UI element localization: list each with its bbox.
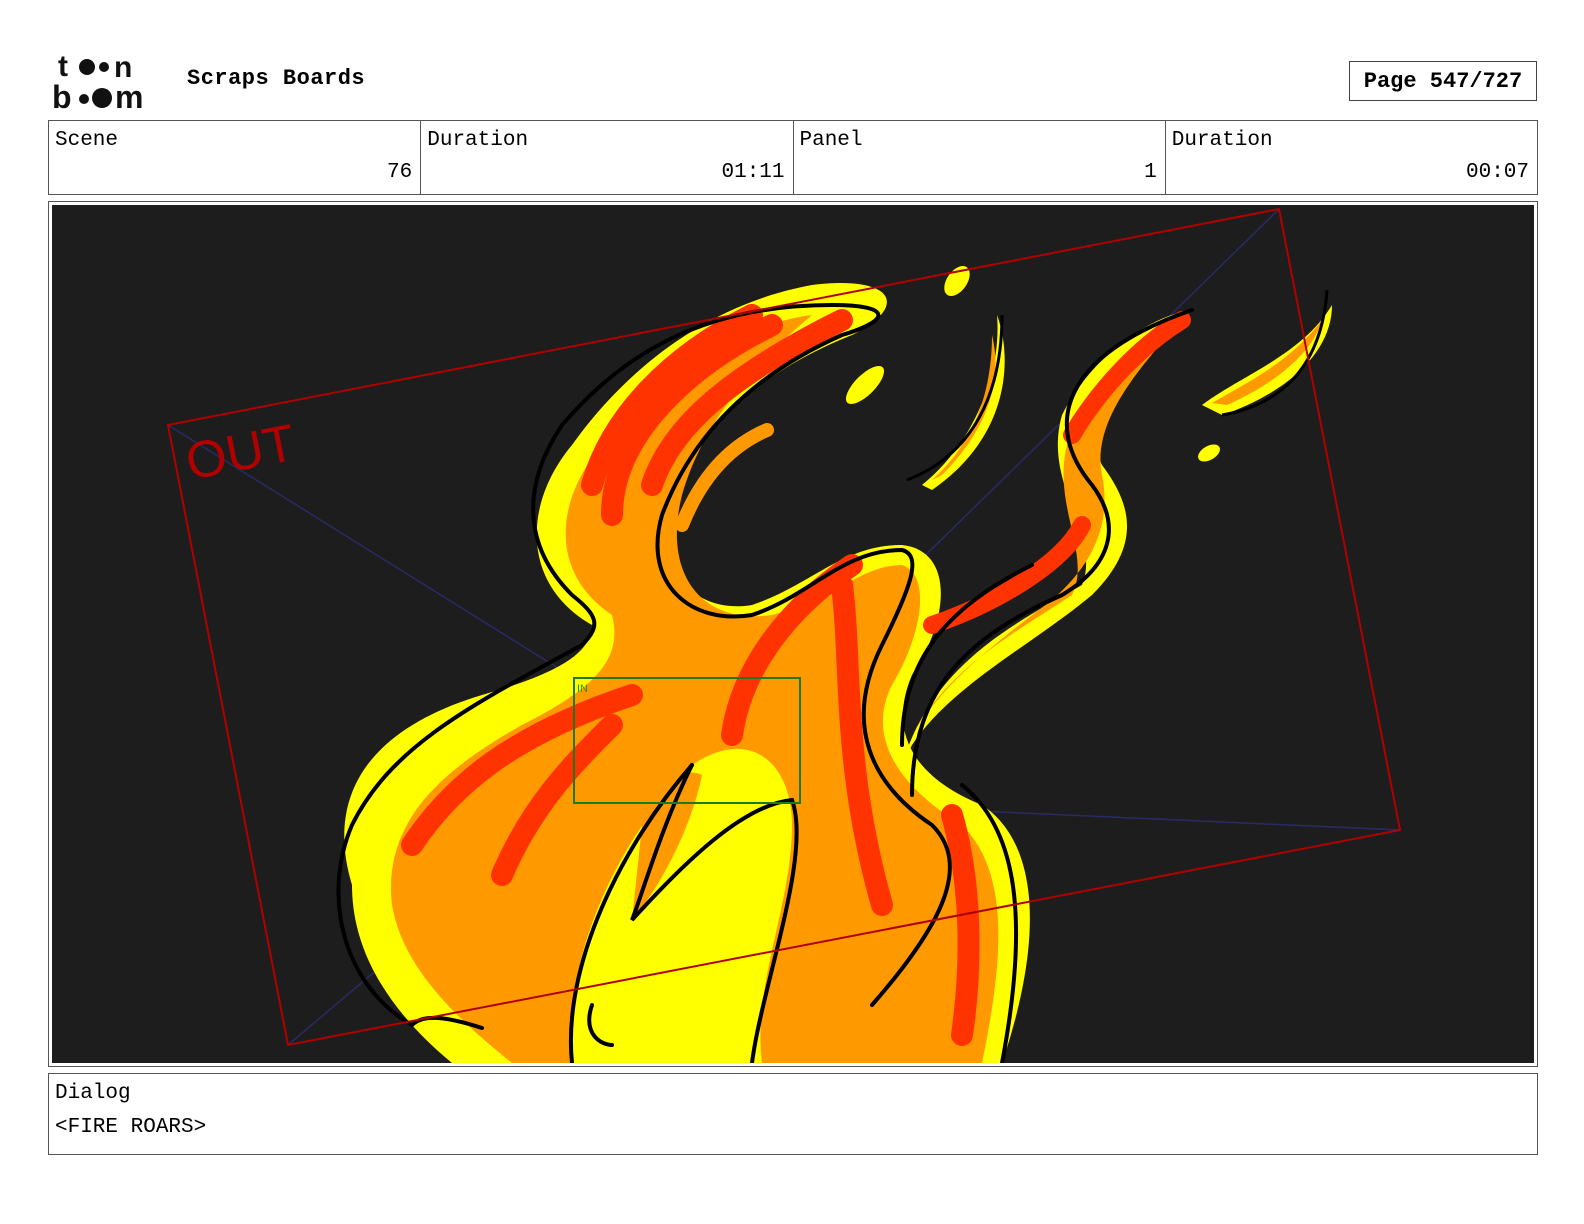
in-frame-label: IN bbox=[577, 683, 588, 695]
svg-text:m: m bbox=[115, 79, 143, 114]
panel-duration-cell: Duration 00:07 bbox=[1166, 121, 1537, 194]
flame-main bbox=[336, 283, 1030, 1063]
scene-label: Scene bbox=[55, 129, 119, 152]
project-title: Scraps Boards bbox=[187, 66, 366, 91]
svg-text:b: b bbox=[52, 79, 72, 114]
dialog-text: <FIRE ROARS> bbox=[55, 1116, 207, 1139]
panel-label: Panel bbox=[799, 129, 863, 152]
fire-illustration: OUT IN bbox=[166, 207, 1402, 1063]
storyboard-panel-image: OUT IN bbox=[52, 205, 1534, 1063]
dialog-label: Dialog bbox=[55, 1082, 131, 1105]
flame-right-tongue bbox=[900, 308, 1194, 797]
scene-duration-cell: Duration 01:11 bbox=[421, 121, 794, 194]
out-frame-label: OUT bbox=[181, 414, 300, 492]
panel-cell: Panel 1 bbox=[794, 121, 1166, 194]
scene-value: 76 bbox=[387, 161, 413, 184]
panel-duration-value: 00:07 bbox=[1465, 161, 1529, 184]
panel-duration-label: Duration bbox=[1171, 129, 1273, 152]
panel-value: 1 bbox=[1144, 161, 1157, 184]
scene-cell: Scene 76 bbox=[49, 121, 422, 194]
page-number: Page 547/727 bbox=[1349, 61, 1537, 101]
scene-duration-value: 01:11 bbox=[721, 161, 785, 184]
toon-boom-logo: t n b m bbox=[52, 50, 143, 114]
dialog-box: Dialog <FIRE ROARS> bbox=[48, 1073, 1538, 1155]
scene-duration-label: Duration bbox=[427, 129, 529, 152]
scene-info-row: Scene 76 Duration 01:11 Panel 1 Duration… bbox=[48, 120, 1538, 195]
